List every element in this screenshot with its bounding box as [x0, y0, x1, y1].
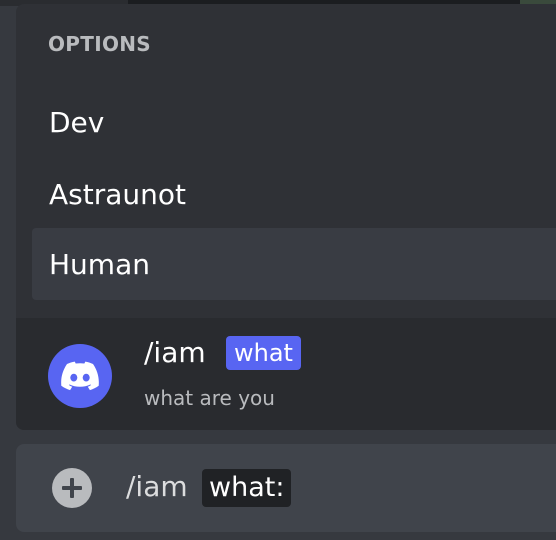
option-label: Astraunot: [49, 178, 186, 211]
plus-stroke-vertical: [70, 478, 74, 498]
plus-circle-icon[interactable]: [52, 468, 92, 508]
command-description: what are you: [144, 386, 275, 410]
command-name: /iam: [144, 336, 206, 369]
input-command-text: /iam: [126, 470, 188, 503]
command-param-badge: what: [226, 336, 301, 370]
discord-logo-icon: [61, 361, 99, 391]
option-label: Human: [49, 248, 150, 281]
message-input-bar[interactable]: /iam what:: [16, 444, 556, 532]
options-list: OPTIONS Dev Astraunot Human: [16, 4, 556, 318]
command-info: /iam what what are you: [16, 318, 556, 430]
option-astraunot[interactable]: Astraunot: [32, 158, 556, 230]
options-header: OPTIONS: [48, 32, 151, 56]
option-label: Dev: [49, 106, 105, 139]
input-param-chip[interactable]: what:: [202, 469, 292, 507]
autocomplete-popup: OPTIONS Dev Astraunot Human /iam what wh…: [16, 4, 556, 430]
option-dev[interactable]: Dev: [32, 86, 556, 158]
option-human[interactable]: Human: [32, 228, 556, 300]
bot-avatar: [48, 344, 112, 408]
